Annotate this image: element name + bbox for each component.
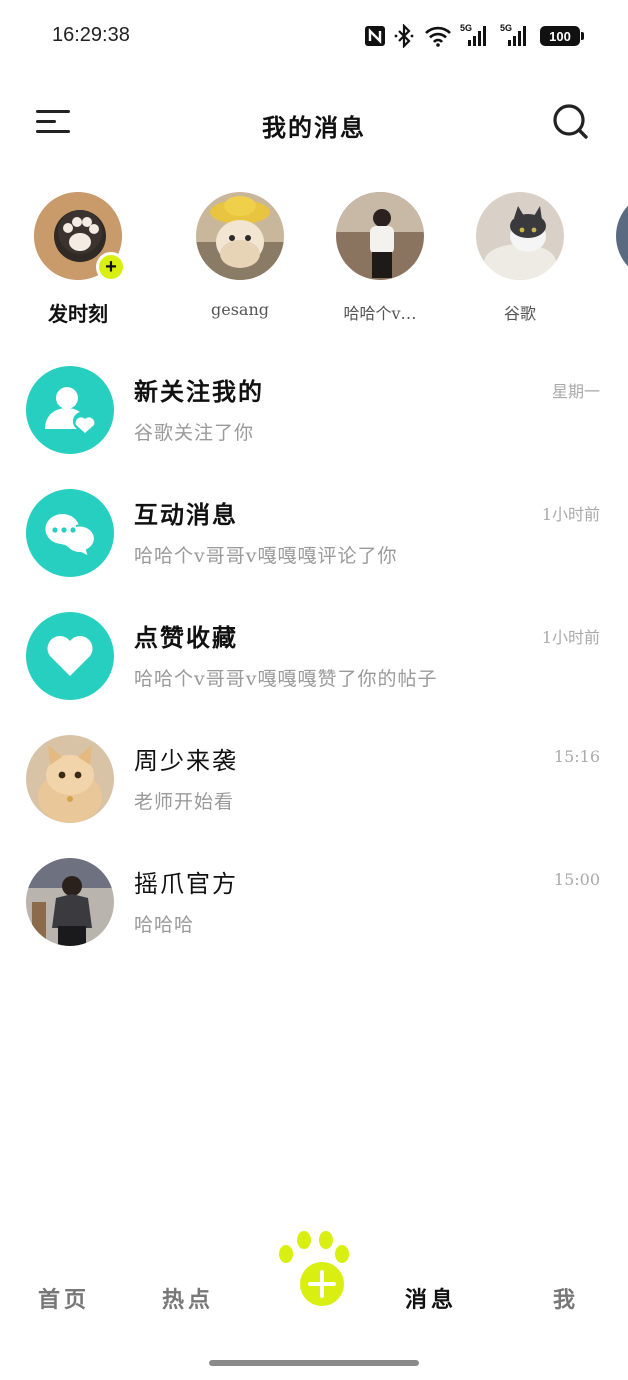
status-icons: 5G 5G 100	[364, 22, 584, 50]
wifi-icon	[424, 25, 452, 47]
home-indicator[interactable]	[209, 1360, 419, 1366]
story-avatar	[336, 192, 424, 280]
create-post-button[interactable]	[276, 1230, 352, 1310]
bottom-nav: 首页 热点 消息 我	[0, 1230, 628, 1340]
person-avatar	[26, 858, 114, 946]
bluetooth-icon	[394, 24, 416, 48]
message-title: 点赞收藏	[134, 623, 238, 652]
message-interactions[interactable]: 互动消息 哈哈个v哥哥v嘎嘎嘎评论了你 1小时前	[0, 483, 628, 606]
message-time: 15:16	[553, 747, 600, 766]
message-list: 新关注我的 谷歌关注了你 星期一 互动消息 哈哈个v哥哥v嘎嘎嘎评论了你 1小时…	[0, 360, 628, 975]
heart-icon	[26, 612, 114, 700]
status-bar: 16:29:38 5G 5G 100	[0, 0, 628, 72]
story-item[interactable]: gesang	[190, 190, 290, 319]
story-item[interactable]: 哈哈个v…	[330, 190, 430, 324]
message-preview: 老师开始看	[134, 791, 235, 813]
story-name: gesang	[210, 300, 269, 319]
signal-icon-2: 5G	[500, 23, 532, 48]
nav-me[interactable]: 我	[553, 1282, 579, 1314]
cat-avatar	[26, 735, 114, 823]
chat-icon	[26, 489, 114, 577]
story-name: 哈哈个v…	[343, 304, 417, 323]
story-name: 摇	[610, 300, 628, 324]
follow-icon	[26, 366, 114, 454]
message-title: 摇爪官方	[134, 870, 238, 898]
battery-icon: 100	[540, 26, 584, 46]
story-post-moment[interactable]: + 发时刻	[28, 190, 128, 327]
story-name: 发时刻	[48, 302, 108, 326]
search-icon[interactable]	[552, 102, 592, 142]
message-preview: 哈哈个v哥哥v嘎嘎嘎评论了你	[134, 545, 398, 567]
message-preview: 哈哈哈	[134, 914, 195, 936]
paw-avatar: +	[34, 192, 126, 282]
paw-plus-icon	[279, 1231, 349, 1306]
nav-messages[interactable]: 消息	[405, 1282, 457, 1314]
story-item[interactable]: 摇	[610, 190, 628, 324]
message-preview: 谷歌关注了你	[134, 422, 255, 444]
message-time: 15:00	[553, 870, 600, 889]
status-time: 16:29:38	[52, 24, 130, 46]
stories-row: + 发时刻 gesang 哈哈个v… 谷歌 摇	[0, 190, 628, 330]
message-time: 1小时前	[541, 628, 600, 647]
message-chat[interactable]: 摇爪官方 哈哈哈 15:00	[0, 852, 628, 975]
story-name: 谷歌	[503, 304, 536, 323]
story-item[interactable]: 谷歌	[470, 190, 570, 324]
add-icon: +	[96, 252, 126, 282]
nav-home[interactable]: 首页	[38, 1282, 90, 1314]
message-preview: 哈哈个v哥哥v嘎嘎嘎赞了你的帖子	[134, 668, 438, 690]
message-new-followers[interactable]: 新关注我的 谷歌关注了你 星期一	[0, 360, 628, 483]
nav-hot[interactable]: 热点	[162, 1282, 214, 1314]
message-title: 周少来袭	[134, 747, 238, 775]
nfc-icon	[364, 25, 386, 47]
app-header: 我的消息	[0, 96, 628, 152]
story-avatar	[616, 192, 628, 280]
story-avatar	[196, 192, 284, 280]
page-title: 我的消息	[262, 113, 366, 142]
message-time: 1小时前	[541, 505, 600, 524]
message-likes[interactable]: 点赞收藏 哈哈个v哥哥v嘎嘎嘎赞了你的帖子 1小时前	[0, 606, 628, 729]
message-time: 星期一	[551, 382, 600, 401]
message-chat[interactable]: 周少来袭 老师开始看 15:16	[0, 729, 628, 852]
story-avatar	[476, 192, 564, 280]
signal-icon: 5G	[460, 23, 492, 48]
message-title: 互动消息	[134, 500, 238, 529]
message-title: 新关注我的	[134, 377, 264, 406]
